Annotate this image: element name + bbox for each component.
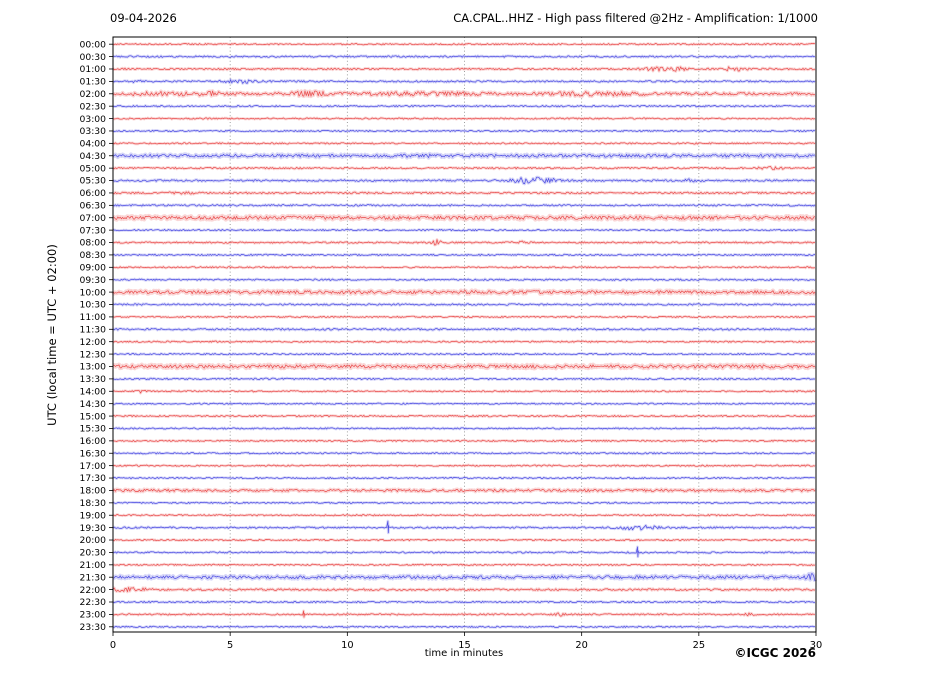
y-tick-label-22:30: 22:30 bbox=[80, 597, 107, 608]
x-tick-label-10: 10 bbox=[341, 640, 353, 651]
y-tick-label-18:00: 18:00 bbox=[80, 486, 107, 497]
y-tick-label-20:00: 20:00 bbox=[80, 535, 107, 546]
y-tick-label-15:00: 15:00 bbox=[80, 411, 107, 422]
y-tick-label-04:00: 04:00 bbox=[80, 139, 107, 150]
y-tick-label-13:00: 13:00 bbox=[80, 362, 107, 373]
y-tick-label-07:00: 07:00 bbox=[80, 213, 107, 224]
y-tick-label-20:30: 20:30 bbox=[80, 548, 107, 559]
y-tick-label-23:00: 23:00 bbox=[80, 610, 107, 621]
y-tick-label-01:30: 01:30 bbox=[80, 77, 107, 88]
copyright-text: ©ICGC 2026 bbox=[734, 646, 816, 660]
y-tick-label-11:30: 11:30 bbox=[80, 324, 107, 335]
y-tick-label-21:30: 21:30 bbox=[80, 572, 107, 583]
y-tick-label-14:00: 14:00 bbox=[80, 386, 107, 397]
y-tick-label-08:00: 08:00 bbox=[80, 238, 107, 249]
y-tick-label-01:00: 01:00 bbox=[80, 64, 107, 75]
y-tick-label-10:30: 10:30 bbox=[80, 300, 107, 311]
y-tick-label-13:30: 13:30 bbox=[80, 374, 107, 385]
y-tick-label-09:00: 09:00 bbox=[80, 263, 107, 274]
x-tick-label-20: 20 bbox=[575, 640, 587, 651]
y-tick-label-15:30: 15:30 bbox=[80, 424, 107, 435]
x-tick-label-25: 25 bbox=[693, 640, 705, 651]
y-tick-label-05:30: 05:30 bbox=[80, 176, 107, 187]
y-tick-label-02:00: 02:00 bbox=[80, 89, 107, 100]
y-tick-label-07:30: 07:30 bbox=[80, 225, 107, 236]
y-tick-label-19:30: 19:30 bbox=[80, 523, 107, 534]
y-tick-label-21:00: 21:00 bbox=[80, 560, 107, 571]
y-tick-label-22:00: 22:00 bbox=[80, 585, 107, 596]
trace-halo-05:00 bbox=[113, 167, 815, 170]
y-tick-label-17:30: 17:30 bbox=[80, 473, 107, 484]
x-tick-label-0: 0 bbox=[110, 640, 116, 651]
trace-halo-20:30 bbox=[113, 547, 815, 557]
y-tick-label-16:00: 16:00 bbox=[80, 436, 107, 447]
y-tick-label-03:30: 03:30 bbox=[80, 126, 107, 137]
traces bbox=[113, 44, 815, 628]
y-tick-label-08:30: 08:30 bbox=[80, 250, 107, 261]
y-tick-label-12:00: 12:00 bbox=[80, 337, 107, 348]
y-tick-label-00:30: 00:30 bbox=[80, 52, 107, 63]
y-tick-label-12:30: 12:30 bbox=[80, 349, 107, 360]
y-tick-label-19:00: 19:00 bbox=[80, 510, 107, 521]
y-tick-label-10:00: 10:00 bbox=[80, 287, 107, 298]
y-tick-label-03:00: 03:00 bbox=[80, 114, 107, 125]
y-tick-label-23:30: 23:30 bbox=[80, 622, 107, 633]
y-tick-label-06:30: 06:30 bbox=[80, 201, 107, 212]
y-tick-label-14:30: 14:30 bbox=[80, 399, 107, 410]
y-tick-label-11:00: 11:00 bbox=[80, 312, 107, 323]
x-axis-title: time in minutes bbox=[425, 648, 504, 659]
y-tick-label-17:00: 17:00 bbox=[80, 461, 107, 472]
x-tick-label-5: 5 bbox=[227, 640, 233, 651]
y-tick-label-00:00: 00:00 bbox=[80, 39, 107, 50]
helicorder-plot: 00:00 00:3001:00 01:3002:0002:30 03:0003:30… bbox=[0, 0, 927, 696]
y-tick-label-18:30: 18:30 bbox=[80, 498, 107, 509]
y-tick-label-05:00: 05:00 bbox=[80, 163, 107, 174]
y-tick-label-16:30: 16:30 bbox=[80, 448, 107, 459]
y-tick-label-04:30: 04:30 bbox=[80, 151, 107, 162]
axes: 00:00 00:3001:00 01:3002:0002:30 03:0003:30… bbox=[80, 37, 823, 651]
y-tick-label-06:00: 06:00 bbox=[80, 188, 107, 199]
helicorder-page: 09-04-2026 CA.CPAL..HHZ - High pass filt… bbox=[0, 0, 927, 696]
gridlines bbox=[230, 37, 699, 632]
trace-halo-21:30 bbox=[113, 574, 815, 582]
y-tick-label-09:30: 09:30 bbox=[80, 275, 107, 286]
y-tick-label-02:30: 02:30 bbox=[80, 101, 107, 112]
